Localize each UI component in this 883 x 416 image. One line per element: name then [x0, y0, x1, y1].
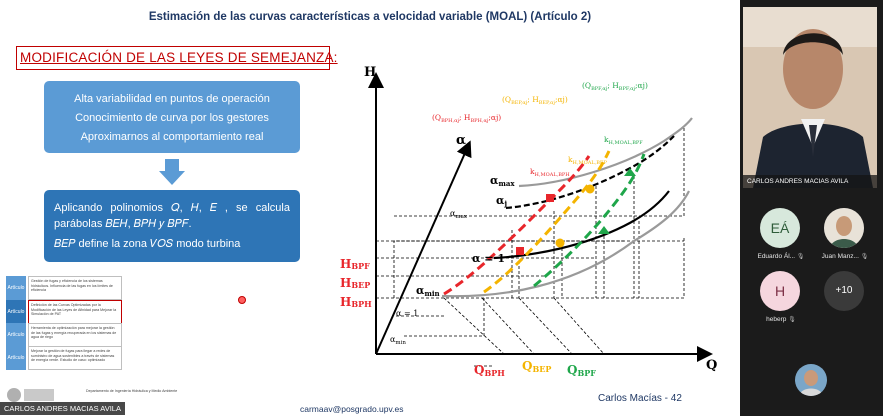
agenda-text: Gestión de fugas y eficiencia de los sis…	[28, 276, 122, 300]
mic-muted-icon: 🎙	[796, 254, 805, 260]
label-alpha-j: αj	[496, 194, 507, 208]
agenda-text: Mejorar la gestión de fugas para llegar …	[28, 346, 122, 370]
main-speaker-name: CARLOS ANDRES MACIAS AVILA	[743, 175, 877, 188]
point-bpf-alpha-one	[598, 226, 610, 234]
label-k-bpf: kH,MOAL,BPF	[604, 135, 643, 146]
curve-alpha-min	[441, 190, 690, 298]
participant-name: heberp 🎙	[766, 316, 796, 323]
participant-photo	[824, 208, 864, 248]
characteristic-curves-diagram: H Q α (QBPH,αj; HBPH,αj;αj) (QBEP,αj; HB…	[340, 65, 717, 378]
projection-lines	[376, 126, 685, 367]
participant-tile[interactable]: H heberp 🎙	[746, 271, 806, 333]
agenda-badge: Artículo 3	[6, 323, 26, 362]
info-box-method: Aplicando polinomios 𝑄, 𝐻, 𝐸 , se calcul…	[44, 190, 300, 262]
label-q-bep: QBEP	[522, 359, 551, 374]
motivation-line: Aproximarnos al comportamiento real	[80, 131, 264, 143]
speaker-name-caption: CARLOS ANDRES MACIAS AVILA	[0, 402, 125, 415]
point-bep-alpha-one	[555, 238, 565, 248]
agenda-badge: Artículo 2	[6, 300, 26, 339]
point-bep-alpha-j	[585, 184, 595, 194]
avatar	[824, 208, 864, 248]
label-bph-coord: (QBPH,αj; HBPH,αj;αj)	[432, 113, 501, 124]
method-line: 𝐵𝐸𝑃 define la zona 𝑉𝑂𝑆 modo turbina	[54, 238, 241, 250]
agenda-item[interactable]: Artículo 1 Gestión de fugas y eficiencia…	[6, 276, 122, 315]
agenda-item[interactable]: Artículo 4 Mejorar la gestión de fugas p…	[6, 346, 122, 385]
label-q-bph: QBPH	[474, 363, 505, 378]
more-participants-button[interactable]: +10	[810, 271, 870, 333]
participant-name: Eduardo Ál... 🎙	[757, 253, 805, 260]
label-h-bph: HBPH	[340, 295, 372, 309]
h-axis-label: H	[364, 65, 376, 80]
point-bph-alpha-one	[516, 247, 524, 255]
avatar: H	[760, 271, 800, 311]
more-count: +10	[824, 271, 864, 311]
alpha-axis-label: α	[456, 133, 466, 148]
agenda-item-active[interactable]: Artículo 2 Definición de las Curvas Opti…	[6, 300, 122, 339]
label-alpha-max: αmax	[490, 174, 515, 188]
q-axis-label: Q	[706, 358, 717, 373]
tick-alpha-one: α = 1	[396, 309, 418, 318]
label-k-bph: kH,MOAL,BPH	[530, 167, 570, 178]
label-alpha-one: α = 1	[472, 252, 505, 265]
motivation-line: Alta variabilidad en puntos de operación	[74, 93, 270, 105]
slide-author-page: Carlos Macías - 42	[598, 393, 682, 404]
participant-tile[interactable]: Juan Manz... 🎙	[810, 208, 870, 270]
participant-tile[interactable]: EÁ Eduardo Ál... 🎙	[746, 208, 806, 270]
agenda-badge: Artículo 4	[6, 346, 26, 385]
agenda-item[interactable]: Artículo 3 Herramienta de optimización p…	[6, 323, 122, 362]
label-h-bpf: HBPF	[340, 257, 370, 271]
agenda-text: Definición de las Curvas Optimizadas por…	[28, 300, 122, 324]
self-view-photo	[795, 364, 827, 396]
presentation-slide: Estimación de las curvas características…	[0, 0, 740, 416]
label-bpf-coord: (QBPF,αj; HBPF,αj;αj)	[582, 81, 648, 92]
department-text: Departamento de Ingeniería Hidráulica y …	[86, 389, 178, 393]
slide-title: Estimación de las curvas características…	[148, 11, 592, 23]
section-title: MODIFICACIÓN DE LAS LEYES DE SEMEJANZA:	[20, 50, 338, 65]
alpha-axis	[375, 140, 472, 355]
label-alpha-min: αmin	[416, 284, 440, 298]
tick-alpha-min: αmin	[390, 335, 406, 346]
motivation-line: Conocimiento de curva por los gestores	[75, 112, 269, 124]
participants-panel: CARLOS ANDRES MACIAS AVILA EÁ Eduardo Ál…	[740, 0, 883, 416]
label-h-bep: HBEP	[340, 276, 370, 290]
agenda-text: Herramienta de optimización para mejorar…	[28, 323, 122, 347]
arrow-down-icon	[159, 159, 185, 185]
point-bph-alpha-j	[546, 194, 554, 202]
participant-name: Juan Manz... 🎙	[821, 253, 869, 260]
slide-email: carmaav@posgrado.upv.es	[300, 404, 404, 414]
label-q-bpf: QBPF	[567, 363, 596, 378]
main-speaker-video[interactable]: CARLOS ANDRES MACIAS AVILA	[743, 7, 877, 188]
speaker-portrait	[743, 7, 877, 188]
method-line: Aplicando polinomios 𝑄, 𝐻, 𝐸 , se calcul…	[54, 202, 290, 230]
mic-muted-icon: 🎙	[788, 317, 796, 323]
agenda-badge: Artículo 1	[6, 276, 26, 315]
laser-pointer	[238, 296, 246, 304]
avatar: EÁ	[760, 208, 800, 248]
label-bep-coord: (QBEP,αj; HBEP,αj;αj)	[502, 95, 568, 106]
mic-muted-icon: 🎙	[860, 254, 869, 260]
tick-alpha-max: αmax	[450, 209, 468, 220]
self-view-avatar[interactable]	[795, 364, 827, 396]
info-box-motivation: Alta variabilidad en puntos de operación…	[44, 81, 300, 153]
